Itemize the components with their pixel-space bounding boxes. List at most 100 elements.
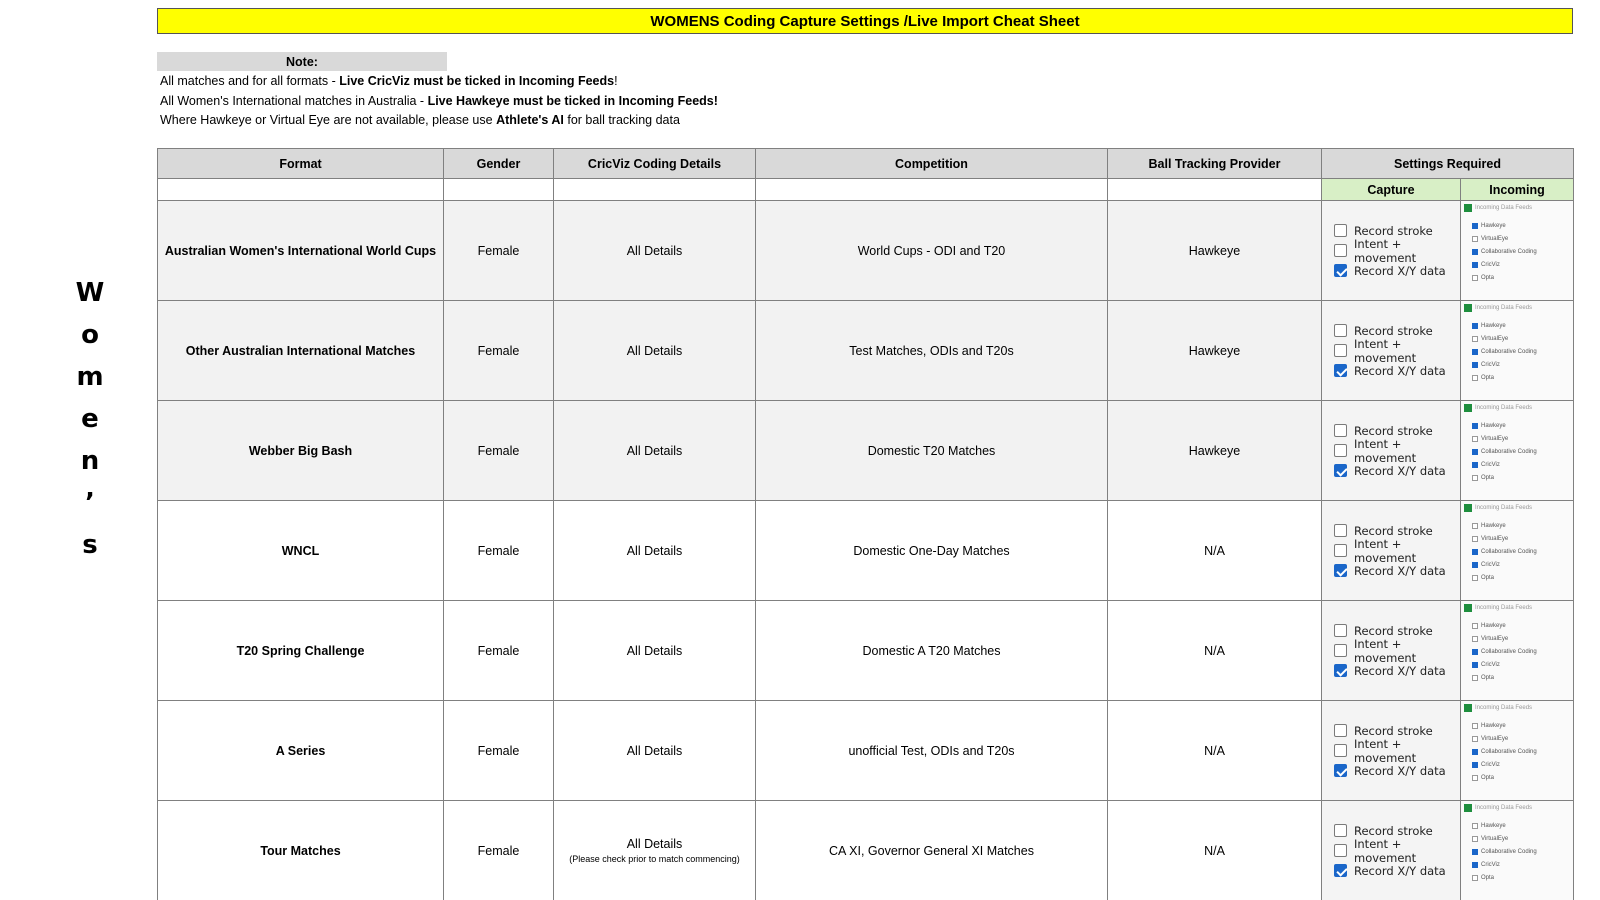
checkbox-unchecked-icon[interactable] [1472,774,1478,781]
checkbox-checked-icon[interactable] [1334,264,1347,277]
incoming-feed-option[interactable]: Hawkeye [1464,619,1570,632]
checkbox-checked-icon[interactable] [1472,748,1478,755]
incoming-feed-option[interactable]: Collaborative Coding [1464,245,1570,258]
checkbox-checked-icon[interactable] [1472,561,1478,568]
checkbox-checked-icon[interactable] [1472,361,1478,368]
checkbox-unchecked-icon[interactable] [1334,744,1347,757]
capture-option[interactable]: Record X/Y data [1334,861,1460,881]
checkbox-unchecked-icon[interactable] [1472,522,1478,529]
checkbox-unchecked-icon[interactable] [1334,624,1347,637]
checkbox-checked-icon[interactable] [1334,664,1347,677]
incoming-feed-option[interactable]: Collaborative Coding [1464,545,1570,558]
checkbox-checked-icon[interactable] [1472,761,1478,768]
incoming-feed-option[interactable]: VirtualEye [1464,432,1570,445]
incoming-feed-option[interactable]: Opta [1464,471,1570,484]
checkbox-checked-icon[interactable] [1472,648,1478,655]
checkbox-unchecked-icon[interactable] [1472,274,1478,281]
capture-option[interactable]: Record X/Y data [1334,461,1460,481]
checkbox-checked-icon[interactable] [1472,848,1478,855]
incoming-feed-option[interactable]: VirtualEye [1464,232,1570,245]
checkbox-unchecked-icon[interactable] [1334,224,1347,237]
capture-option[interactable]: Record X/Y data [1334,561,1460,581]
checkbox-unchecked-icon[interactable] [1334,524,1347,537]
incoming-feed-option[interactable]: Hawkeye [1464,319,1570,332]
checkbox-checked-icon[interactable] [1472,448,1478,455]
checkbox-checked-icon[interactable] [1334,364,1347,377]
checkbox-checked-icon[interactable] [1472,861,1478,868]
checkbox-checked-icon[interactable] [1472,322,1478,329]
checkbox-checked-icon[interactable] [1472,261,1478,268]
checkbox-unchecked-icon[interactable] [1472,535,1478,542]
checkbox-checked-icon[interactable] [1472,348,1478,355]
incoming-feed-option[interactable]: Collaborative Coding [1464,845,1570,858]
checkbox-unchecked-icon[interactable] [1472,822,1478,829]
capture-option[interactable]: Record X/Y data [1334,761,1460,781]
checkbox-unchecked-icon[interactable] [1472,722,1478,729]
checkbox-unchecked-icon[interactable] [1472,374,1478,381]
incoming-feed-option[interactable]: Collaborative Coding [1464,445,1570,458]
checkbox-checked-icon[interactable] [1472,661,1478,668]
incoming-feed-option[interactable]: Opta [1464,871,1570,884]
checkbox-unchecked-icon[interactable] [1334,824,1347,837]
capture-option[interactable]: Intent + movement [1334,537,1460,565]
checkbox-unchecked-icon[interactable] [1472,674,1478,681]
checkbox-checked-icon[interactable] [1472,422,1478,429]
incoming-feed-option[interactable]: CricViz [1464,458,1570,471]
capture-option[interactable]: Record X/Y data [1334,261,1460,281]
checkbox-unchecked-icon[interactable] [1334,724,1347,737]
checkbox-unchecked-icon[interactable] [1472,335,1478,342]
incoming-feed-option[interactable]: Opta [1464,671,1570,684]
incoming-feed-option[interactable]: Hawkeye [1464,519,1570,532]
checkbox-checked-icon[interactable] [1472,461,1478,468]
incoming-feed-option[interactable]: Collaborative Coding [1464,345,1570,358]
checkbox-unchecked-icon[interactable] [1472,574,1478,581]
checkbox-unchecked-icon[interactable] [1334,444,1347,457]
capture-option[interactable]: Record X/Y data [1334,361,1460,381]
incoming-feed-option[interactable]: Opta [1464,571,1570,584]
incoming-feed-option[interactable]: Hawkeye [1464,419,1570,432]
incoming-feed-option[interactable]: CricViz [1464,758,1570,771]
incoming-feed-option[interactable]: VirtualEye [1464,532,1570,545]
checkbox-checked-icon[interactable] [1334,764,1347,777]
checkbox-unchecked-icon[interactable] [1472,235,1478,242]
incoming-feed-option[interactable]: CricViz [1464,858,1570,871]
capture-option[interactable]: Intent + movement [1334,437,1460,465]
incoming-feed-option[interactable]: CricViz [1464,358,1570,371]
checkbox-unchecked-icon[interactable] [1472,635,1478,642]
checkbox-unchecked-icon[interactable] [1334,544,1347,557]
checkbox-checked-icon[interactable] [1472,548,1478,555]
checkbox-unchecked-icon[interactable] [1334,244,1347,257]
incoming-feed-option[interactable]: Collaborative Coding [1464,645,1570,658]
checkbox-unchecked-icon[interactable] [1472,835,1478,842]
incoming-feed-option[interactable]: Hawkeye [1464,819,1570,832]
checkbox-unchecked-icon[interactable] [1334,424,1347,437]
incoming-feed-option[interactable]: VirtualEye [1464,832,1570,845]
incoming-feed-option[interactable]: CricViz [1464,658,1570,671]
incoming-feed-option[interactable]: Opta [1464,271,1570,284]
incoming-feed-option[interactable]: Opta [1464,371,1570,384]
incoming-feed-option[interactable]: Hawkeye [1464,719,1570,732]
incoming-feed-option[interactable]: Collaborative Coding [1464,745,1570,758]
checkbox-checked-icon[interactable] [1334,464,1347,477]
incoming-feed-option[interactable]: CricViz [1464,558,1570,571]
incoming-feed-option[interactable]: VirtualEye [1464,732,1570,745]
checkbox-checked-icon[interactable] [1334,864,1347,877]
checkbox-unchecked-icon[interactable] [1472,622,1478,629]
capture-option[interactable]: Intent + movement [1334,737,1460,765]
checkbox-checked-icon[interactable] [1472,248,1478,255]
capture-option[interactable]: Intent + movement [1334,237,1460,265]
capture-option[interactable]: Intent + movement [1334,837,1460,865]
incoming-feed-option[interactable]: VirtualEye [1464,632,1570,645]
incoming-feed-option[interactable]: VirtualEye [1464,332,1570,345]
checkbox-unchecked-icon[interactable] [1334,344,1347,357]
checkbox-checked-icon[interactable] [1472,222,1478,229]
incoming-feed-option[interactable]: Hawkeye [1464,219,1570,232]
incoming-feed-option[interactable]: CricViz [1464,258,1570,271]
checkbox-unchecked-icon[interactable] [1472,735,1478,742]
incoming-feed-option[interactable]: Opta [1464,771,1570,784]
capture-option[interactable]: Intent + movement [1334,637,1460,665]
capture-option[interactable]: Intent + movement [1334,337,1460,365]
checkbox-unchecked-icon[interactable] [1472,435,1478,442]
checkbox-unchecked-icon[interactable] [1334,324,1347,337]
capture-option[interactable]: Record X/Y data [1334,661,1460,681]
